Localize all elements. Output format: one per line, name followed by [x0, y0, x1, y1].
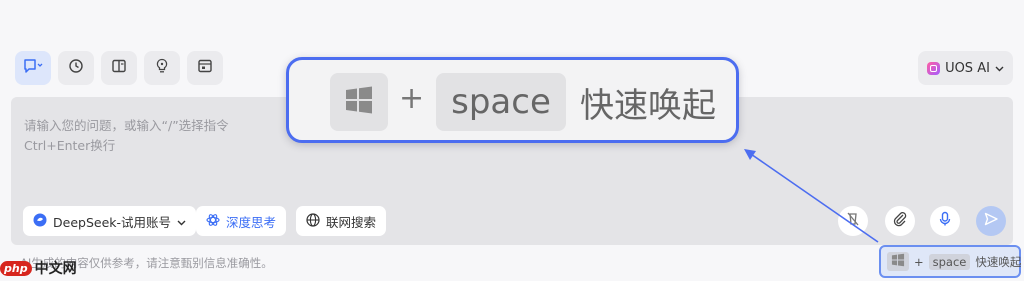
microphone-icon [937, 211, 953, 231]
sidebar-panel-button[interactable] [101, 51, 137, 85]
chevron-down-icon [995, 61, 1004, 76]
windows-key [330, 73, 388, 131]
tips-bulb-icon [154, 58, 170, 78]
shortcut-hint: + space 快速唤起 [879, 245, 1021, 278]
agent-window-button[interactable] [187, 51, 223, 85]
web-search-toggle[interactable]: 联网搜索 [296, 206, 387, 236]
deep-think-icon [206, 213, 220, 230]
windows-icon [344, 85, 374, 119]
space-key: space [436, 73, 566, 131]
windows-key-small [887, 252, 909, 271]
assistant-switch-label: UOS AI [945, 60, 990, 76]
windows-icon [891, 253, 905, 267]
shortcut-plus: + [399, 81, 425, 116]
new-chat-icon [23, 58, 43, 78]
new-chat-button[interactable] [15, 51, 51, 85]
attachment-icon [892, 211, 908, 231]
voice-input-button[interactable] [930, 206, 960, 236]
globe-icon [306, 212, 320, 230]
watermark-text: 中文网 [34, 261, 77, 277]
shortcut-hint-plus: + [914, 254, 924, 269]
sidebar-panel-icon [111, 58, 127, 78]
watermark-badge: php [0, 260, 32, 276]
deep-think-label: 深度思考 [226, 214, 277, 230]
history-button[interactable] [58, 51, 94, 85]
shortcut-hint-action: 快速唤起 [975, 254, 1022, 269]
deep-think-toggle[interactable]: 深度思考 [196, 206, 287, 236]
shortcut-action-label: 快速唤起 [580, 86, 716, 126]
space-key-small: space [928, 253, 971, 270]
clear-button[interactable] [838, 206, 868, 236]
clear-disabled-icon [845, 211, 861, 231]
tips-button[interactable] [144, 51, 180, 85]
send-icon [983, 211, 999, 231]
uos-ai-logo-icon [927, 61, 941, 75]
chevron-down-icon [177, 214, 186, 229]
model-select-label: DeepSeek-试用账号 [53, 214, 172, 230]
agent-window-icon [197, 58, 213, 78]
site-watermark: php 中文网 [0, 258, 77, 278]
deepseek-logo-icon [33, 213, 47, 230]
history-icon [68, 58, 84, 78]
web-search-label: 联网搜索 [326, 214, 377, 230]
send-button[interactable] [976, 206, 1006, 236]
model-select-dropdown[interactable]: DeepSeek-试用账号 [23, 206, 197, 236]
attachment-button[interactable] [885, 206, 915, 236]
assistant-switch-button[interactable]: UOS AI [918, 51, 1013, 85]
shortcut-callout: + space 快速唤起 [286, 57, 739, 143]
